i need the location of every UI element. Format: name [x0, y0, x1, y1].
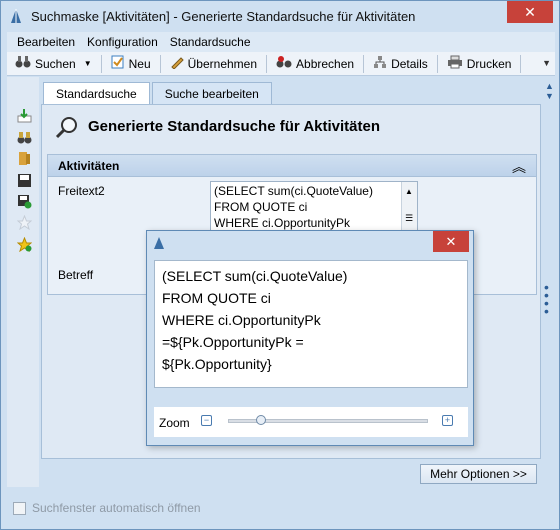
popup-close-button[interactable]: ✕ [433, 231, 469, 252]
betreff-label: Betreff [58, 268, 94, 282]
menu-bar: Bearbeiten Konfiguration Standardsuche [7, 32, 555, 52]
new-button[interactable]: Neu [105, 53, 157, 75]
save-icon[interactable] [17, 173, 32, 188]
print-button-label: Drucken [466, 56, 512, 71]
zoom-slider-thumb[interactable] [255, 415, 266, 425]
menu-bearbeiten[interactable]: Bearbeiten [11, 32, 81, 52]
close-button[interactable]: ✕ [507, 1, 553, 23]
chevron-up-icon[interactable]: ︽ [512, 157, 526, 177]
toolbar-separator [363, 54, 365, 73]
zoom-bar: Zoom − + [154, 407, 468, 437]
chevron-down-icon[interactable]: ▼ [84, 59, 92, 68]
group-title: Aktivitäten [58, 159, 120, 173]
details-button[interactable]: Details [367, 53, 434, 75]
search-window: Suchmaske [Aktivitäten] - Generierte Sta… [0, 0, 560, 530]
popup-text-line: FROM QUOTE ci [162, 290, 271, 306]
panel-toggle-icon[interactable]: ▲ ▼ [545, 81, 554, 101]
star-outline-icon[interactable] [16, 214, 33, 231]
freitext2-line: FROM QUOTE ci [214, 200, 308, 214]
splitter-handle-icon[interactable]: • • • • [544, 280, 549, 318]
binoculars-icon[interactable] [17, 130, 32, 145]
toolbar-separator [159, 54, 161, 73]
app-logo-icon [153, 236, 165, 253]
toolbar-separator [266, 54, 268, 73]
apply-button[interactable]: Übernehmen [164, 53, 263, 75]
popup-title-bar: ✕ [147, 231, 473, 255]
auto-open-checkbox-row: Suchfenster automatisch öffnen [13, 501, 201, 515]
auto-open-checkbox[interactable] [13, 501, 26, 515]
menu-standardsuche[interactable]: Standardsuche [164, 32, 257, 52]
popup-text-line: =${Pk.OpportunityPk = [162, 334, 304, 350]
toolbar-separator [436, 54, 438, 73]
magnifier-icon [54, 115, 80, 144]
toolbar-separator [520, 54, 522, 73]
tab-suche-bearbeiten[interactable]: Suche bearbeiten [151, 82, 272, 104]
hierarchy-icon [373, 55, 387, 72]
window-title: Suchmaske [Aktivitäten] - Generierte Sta… [31, 9, 416, 24]
new-button-label: Neu [128, 56, 151, 71]
tab-standardsuche[interactable]: Standardsuche [43, 82, 150, 105]
zoom-label: Zoom [159, 416, 190, 430]
scroll-thumb-icon[interactable]: ☰ [405, 210, 413, 226]
freitext2-line: WHERE ci.OpportunityPk [214, 216, 351, 230]
cancel-button[interactable]: Abbrechen [270, 53, 360, 75]
toolbar: Suchen ▼ Neu Übernehmen Abbrechen Detail… [7, 52, 555, 76]
freitext2-label: Freitext2 [58, 184, 105, 198]
details-button-label: Details [391, 56, 428, 71]
folder-icon[interactable] [17, 151, 32, 166]
cancel-button-label: Abbrechen [296, 56, 355, 71]
menu-konfiguration[interactable]: Konfiguration [81, 32, 164, 52]
add-favorite-icon[interactable] [16, 236, 33, 253]
popup-text-line: (SELECT sum(ci.QuoteValue) [162, 268, 348, 284]
popup-text-area[interactable]: (SELECT sum(ci.QuoteValue) FROM QUOTE ci… [154, 260, 468, 388]
title-bar: Suchmaske [Aktivitäten] - Generierte Sta… [1, 1, 559, 32]
freitext2-line: (SELECT sum(ci.QuoteValue) [214, 184, 373, 198]
search-button-label: Suchen [35, 56, 76, 71]
group-header[interactable]: Aktivitäten ︽ [48, 155, 536, 177]
tab-bar: Standardsuche Suche bearbeiten [43, 82, 272, 105]
page-title: Generierte Standardsuche für Aktivitäten [88, 118, 381, 135]
popup-text-line: WHERE ci.OpportunityPk [162, 312, 321, 328]
more-options-button[interactable]: Mehr Optionen >> [420, 464, 537, 484]
search-button[interactable]: Suchen ▼ [9, 53, 98, 75]
pencil-icon [170, 55, 184, 72]
app-logo-icon [9, 8, 23, 24]
cancel-binoculars-icon [276, 55, 292, 72]
zoom-popup: ✕ (SELECT sum(ci.QuoteValue) FROM QUOTE … [146, 230, 474, 446]
zoom-slider[interactable] [228, 415, 428, 425]
binoculars-icon [15, 55, 31, 72]
printer-icon [447, 55, 463, 72]
apply-button-label: Übernehmen [187, 56, 258, 71]
toolbar-overflow-icon[interactable]: ▼ [542, 58, 551, 68]
scroll-up-icon[interactable]: ▲ [405, 184, 413, 200]
print-button[interactable]: Drucken [441, 53, 518, 75]
import-icon[interactable] [17, 108, 32, 123]
toolbar-separator [100, 54, 102, 73]
new-document-icon [111, 55, 125, 72]
left-toolbar [7, 77, 39, 487]
zoom-out-icon[interactable]: − [201, 415, 212, 426]
save-as-icon[interactable] [17, 194, 32, 209]
auto-open-label: Suchfenster automatisch öffnen [32, 501, 201, 515]
zoom-in-icon[interactable]: + [442, 415, 453, 426]
popup-text-line: ${Pk.Opportunity} [162, 356, 272, 372]
